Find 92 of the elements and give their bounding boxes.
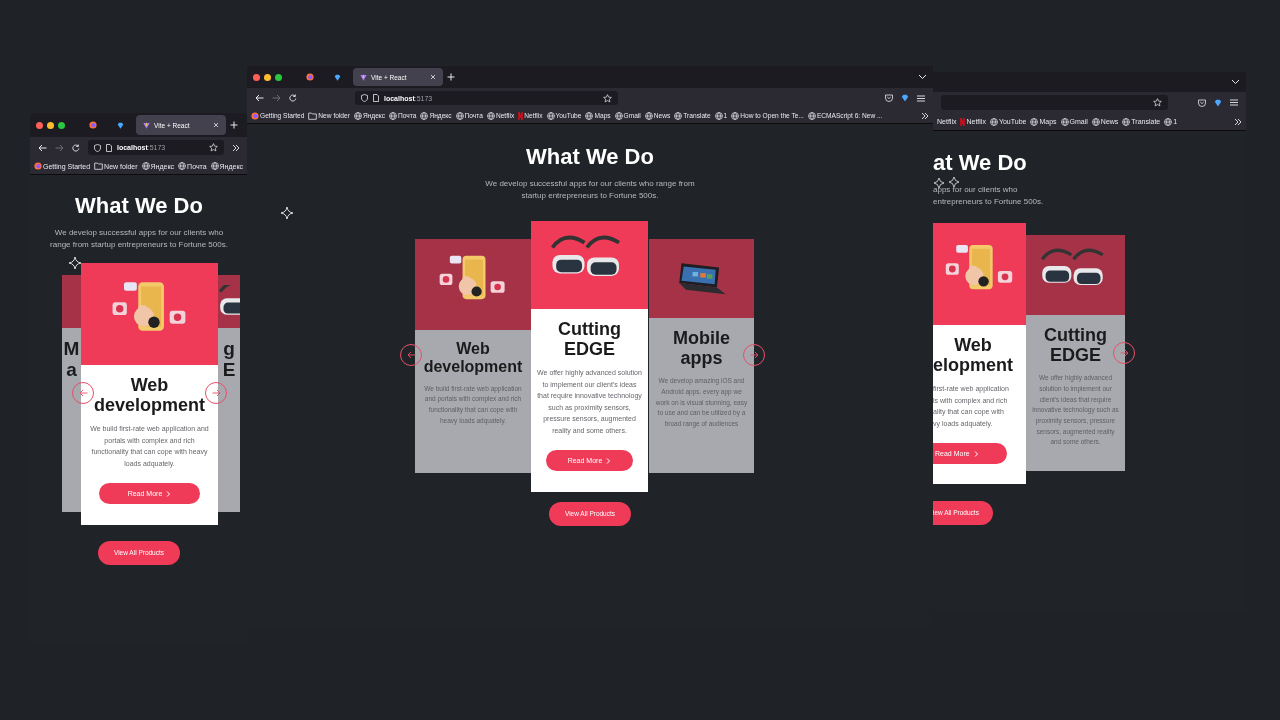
forward-icon[interactable] <box>272 94 281 102</box>
star-icon[interactable] <box>209 143 218 152</box>
chevron-down-icon[interactable] <box>1231 79 1240 85</box>
folder-icon <box>308 111 318 120</box>
globe-icon <box>420 111 429 120</box>
firefox-icon <box>251 111 259 120</box>
netflix-icon <box>960 117 966 126</box>
shield-icon <box>361 94 368 102</box>
reload-icon[interactable] <box>72 143 80 152</box>
globe-icon <box>1030 117 1039 126</box>
card-title: M a <box>63 337 80 381</box>
chevrons-icon[interactable] <box>232 143 240 152</box>
page-icon <box>373 94 379 102</box>
chevrons-icon[interactable] <box>921 111 929 120</box>
section-heading: What We Do <box>75 195 203 217</box>
gem-icon <box>334 73 341 81</box>
arrow-left-icon <box>78 388 88 397</box>
globe-icon <box>674 111 683 120</box>
globe-icon <box>1164 117 1173 126</box>
menu-icon[interactable] <box>1230 99 1238 106</box>
globe-icon <box>486 111 495 120</box>
arrow-right-icon <box>749 350 759 359</box>
minimize-dot[interactable] <box>47 121 54 129</box>
globe-icon <box>1091 117 1100 126</box>
globe-icon <box>141 162 150 170</box>
sparkle-icon <box>69 257 81 269</box>
globe-icon <box>644 111 653 120</box>
vite-icon <box>143 121 150 129</box>
gem-icon <box>117 121 124 129</box>
card-title: Web elopment <box>933 334 1013 376</box>
section-description: apps for our clients who entrepreneurs to Fortune 500s. <box>933 184 1045 209</box>
card-title: Cutting EDGE <box>558 318 621 360</box>
star-icon[interactable] <box>603 93 612 103</box>
globe-icon <box>178 162 187 170</box>
globe-icon <box>546 111 555 120</box>
close-dot[interactable] <box>253 73 260 81</box>
section-description: We develop successful apps for our clients who range from startup entrepreneurs to Fortune 500s. <box>49 227 229 252</box>
pocket-icon[interactable] <box>885 94 893 102</box>
back-icon[interactable] <box>255 94 264 102</box>
card-title: Web development <box>94 374 205 416</box>
zoom-dot[interactable] <box>275 73 282 81</box>
globe-icon <box>1060 117 1069 126</box>
globe-icon <box>585 111 594 120</box>
section-description: We develop successful apps for our clients who range from startup entrepreneurs to Fortune 500s. <box>484 178 696 203</box>
folder-icon <box>94 162 104 170</box>
card-title: g E <box>222 337 236 381</box>
globe-icon <box>353 111 362 120</box>
section-heading: at We Do <box>933 152 1027 174</box>
gem-icon[interactable] <box>901 94 909 102</box>
vite-icon <box>360 73 367 81</box>
chevron-right-icon <box>606 457 612 464</box>
globe-icon <box>989 117 998 126</box>
globe-icon <box>714 111 723 120</box>
shield-icon <box>94 143 101 152</box>
chevron-down-icon[interactable] <box>918 74 927 80</box>
arrow-left-icon <box>406 350 416 359</box>
close-icon[interactable] <box>213 122 219 128</box>
forward-icon[interactable] <box>55 143 64 152</box>
card-title: Web development <box>423 339 523 376</box>
arrow-right-icon <box>211 388 221 397</box>
globe-icon <box>1122 117 1131 126</box>
globe-icon <box>614 111 623 120</box>
globe-icon <box>455 111 464 120</box>
firefox-icon <box>306 73 314 81</box>
firefox-icon <box>89 121 97 129</box>
plus-icon[interactable] <box>230 121 238 129</box>
globe-icon <box>807 111 816 120</box>
minimize-dot[interactable] <box>264 73 271 81</box>
plus-icon[interactable] <box>447 73 455 81</box>
pocket-icon[interactable] <box>1198 98 1206 107</box>
chevron-right-icon <box>973 450 979 457</box>
gem-icon[interactable] <box>1214 98 1222 107</box>
page-icon <box>106 143 112 152</box>
globe-icon <box>389 111 398 120</box>
zoom-dot[interactable] <box>58 121 65 129</box>
section-heading: What We Do <box>526 146 654 168</box>
card-title: Cutting EDGE <box>1044 324 1107 366</box>
chevron-right-icon <box>166 490 172 497</box>
chevrons-icon[interactable] <box>1234 117 1242 126</box>
reload-icon[interactable] <box>289 94 297 102</box>
back-icon[interactable] <box>38 143 47 152</box>
close-dot[interactable] <box>36 121 43 129</box>
globe-icon <box>731 111 740 120</box>
globe-icon <box>210 162 219 170</box>
netflix-icon <box>518 111 524 120</box>
star-icon[interactable] <box>1153 98 1162 107</box>
card-title: Mobile apps <box>673 327 730 369</box>
arrow-right-icon <box>1119 348 1129 357</box>
menu-icon[interactable] <box>917 94 925 102</box>
firefox-icon <box>34 162 42 170</box>
close-icon[interactable] <box>430 74 436 80</box>
sparkle-icon <box>281 207 293 219</box>
